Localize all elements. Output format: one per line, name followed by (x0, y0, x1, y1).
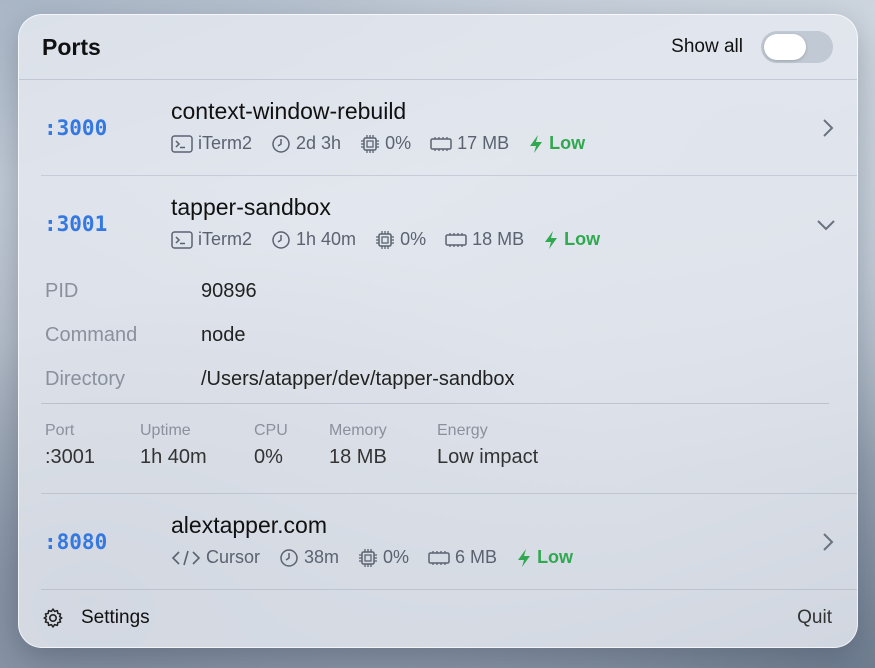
terminal-icon (171, 134, 193, 153)
cpu-value: 0% (400, 229, 427, 249)
cpu-value: 0% (383, 547, 410, 567)
directory-value: /Users/atapper/dev/tapper-sandbox (201, 367, 515, 390)
cpu-icon (359, 548, 378, 567)
memory-icon (428, 550, 450, 565)
toggle-knob (764, 34, 806, 60)
settings-button[interactable]: Settings (42, 607, 150, 629)
clock-icon (280, 548, 298, 567)
stat-energy-label: Energy (437, 422, 488, 439)
stat-uptime-label: Uptime (140, 422, 191, 439)
app-name: iTerm2 (198, 133, 253, 153)
detail-row-pid: PID 90896 (45, 269, 831, 313)
memory-icon (445, 232, 467, 247)
process-row-3000[interactable]: :3000 context-window-rebuild iTerm2 2d 3… (41, 80, 857, 176)
terminal-icon (171, 230, 193, 249)
uptime-value: 1h 40m (296, 229, 357, 249)
stat-cpu-label: CPU (254, 422, 288, 439)
clock-icon (272, 134, 290, 153)
stat-memory: Memory 18 MB (329, 422, 413, 469)
bolt-icon (545, 230, 558, 249)
process-name: tapper-sandbox (171, 194, 331, 220)
stat-energy-value: Low impact (437, 446, 539, 468)
port-number: :3000 (44, 116, 108, 140)
memory-value: 17 MB (457, 133, 510, 153)
show-all-control: Show all (671, 31, 833, 63)
panel-footer: Settings Quit (19, 589, 857, 647)
app-name: Cursor (206, 547, 261, 567)
quit-button[interactable]: Quit (797, 607, 832, 629)
bolt-icon (518, 548, 531, 567)
cpu-info: 0% (360, 133, 411, 154)
process-details: PID 90896 Command node Directory /Users/… (45, 269, 831, 401)
stat-cpu-value: 0% (254, 446, 283, 468)
code-icon (171, 550, 201, 565)
stat-uptime-value: 1h 40m (140, 446, 207, 468)
stat-port: Port :3001 (45, 422, 116, 469)
memory-info: 18 MB (445, 229, 524, 250)
process-name: alextapper.com (171, 512, 327, 538)
uptime-info: 38m (279, 547, 339, 568)
stat-energy: Energy Low impact (437, 422, 538, 469)
directory-label: Directory (45, 367, 126, 390)
show-all-toggle[interactable] (761, 31, 833, 63)
ports-panel: Ports Show all :3000 context-window-rebu… (18, 14, 858, 648)
uptime-info: 2d 3h (271, 133, 341, 154)
settings-label: Settings (81, 607, 150, 628)
app-info: Cursor (171, 547, 260, 568)
process-row-3001[interactable]: :3001 tapper-sandbox iTerm2 1h 40m 0% 18… (41, 176, 857, 494)
memory-value: 6 MB (455, 547, 498, 567)
uptime-value: 2d 3h (296, 133, 342, 153)
energy-info: Low (543, 229, 600, 250)
detail-row-directory: Directory /Users/atapper/dev/tapper-sand… (45, 357, 831, 401)
cpu-icon (361, 134, 380, 153)
process-row-8080[interactable]: :8080 alextapper.com Cursor 38m 0% 6 MB … (41, 494, 857, 590)
pid-value: 90896 (201, 279, 257, 302)
cpu-icon (376, 230, 395, 249)
app-info: iTerm2 (171, 133, 252, 154)
stat-memory-value: 18 MB (329, 446, 387, 468)
gear-icon (43, 608, 63, 628)
chevron-right-icon[interactable] (821, 531, 835, 553)
energy-value: Low (549, 133, 586, 153)
panel-title: Ports (42, 33, 101, 60)
stat-port-label: Port (45, 422, 75, 439)
process-stats: Port :3001 Uptime 1h 40m CPU 0% Memory 1… (45, 422, 562, 469)
memory-icon (430, 136, 452, 151)
memory-info: 17 MB (430, 133, 509, 154)
memory-info: 6 MB (428, 547, 497, 568)
command-value: node (201, 323, 246, 346)
cpu-info: 0% (358, 547, 409, 568)
bolt-icon (530, 134, 543, 153)
port-number: :3001 (44, 212, 108, 236)
chevron-down-icon[interactable] (815, 218, 837, 232)
energy-value: Low (564, 229, 601, 249)
clock-icon (272, 230, 290, 249)
process-meta: iTerm2 2d 3h 0% 17 MB Low (171, 133, 604, 154)
stat-uptime: Uptime 1h 40m (140, 422, 230, 469)
process-meta: Cursor 38m 0% 6 MB Low (171, 547, 592, 568)
cpu-info: 0% (375, 229, 426, 250)
panel-header: Ports Show all (19, 15, 857, 80)
stat-memory-label: Memory (329, 422, 387, 439)
stats-divider (41, 403, 829, 404)
app-name: iTerm2 (198, 229, 253, 249)
stat-port-value: :3001 (45, 446, 96, 468)
app-info: iTerm2 (171, 229, 252, 250)
command-label: Command (45, 323, 138, 346)
memory-value: 18 MB (472, 229, 525, 249)
stat-cpu: CPU 0% (254, 422, 305, 469)
energy-info: Low (528, 133, 585, 154)
detail-row-command: Command node (45, 313, 831, 357)
uptime-info: 1h 40m (271, 229, 356, 250)
uptime-value: 38m (304, 547, 340, 567)
show-all-label: Show all (671, 36, 743, 57)
process-name: context-window-rebuild (171, 98, 407, 124)
process-meta: iTerm2 1h 40m 0% 18 MB Low (171, 229, 619, 250)
pid-label: PID (45, 279, 79, 302)
chevron-right-icon[interactable] (821, 117, 835, 139)
energy-info: Low (516, 547, 573, 568)
energy-value: Low (537, 547, 574, 567)
port-number: :8080 (44, 530, 108, 554)
cpu-value: 0% (385, 133, 412, 153)
